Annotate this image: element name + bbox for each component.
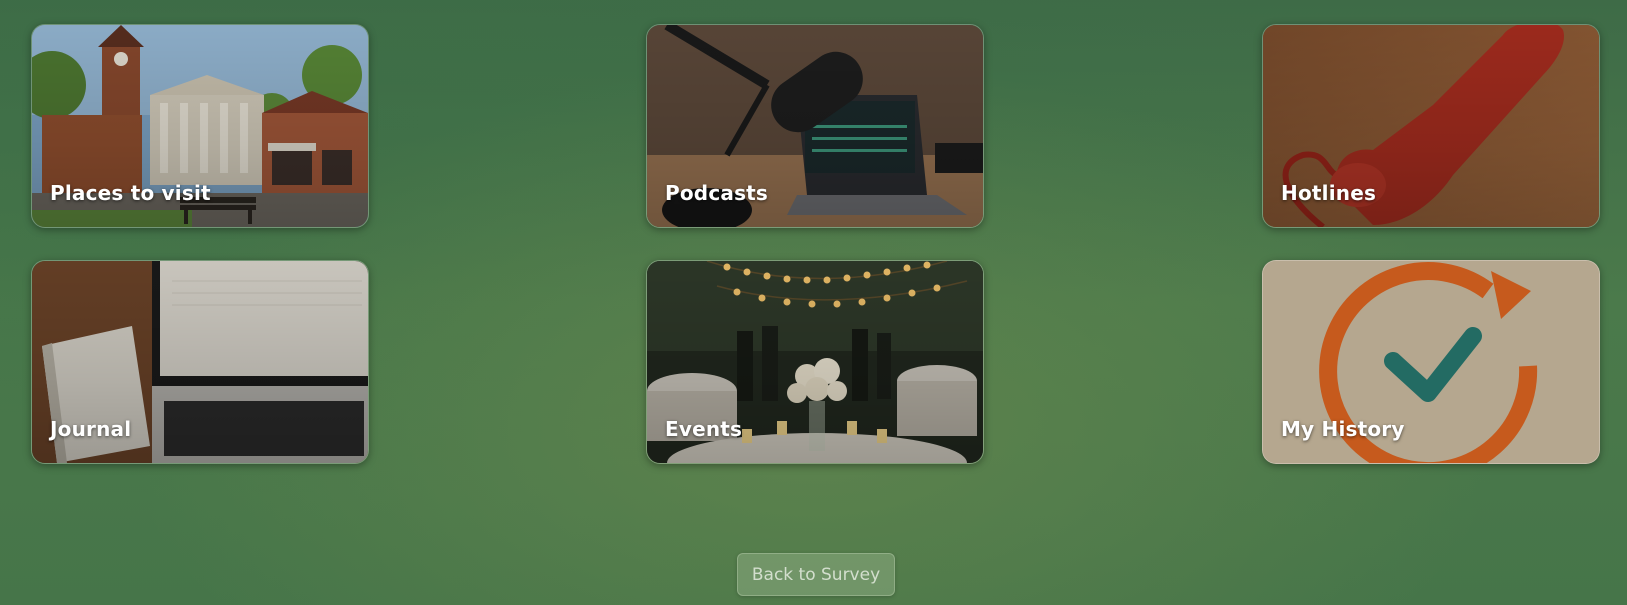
back-to-survey-button[interactable]: Back to Survey xyxy=(737,553,895,596)
tile-label: Events xyxy=(665,417,743,441)
tile-my-history[interactable]: My History xyxy=(1262,260,1600,464)
tile-label: Journal xyxy=(50,417,132,441)
tile-label: Hotlines xyxy=(1281,181,1377,205)
tile-events[interactable]: Events xyxy=(646,260,984,464)
tile-podcasts[interactable]: Podcasts xyxy=(646,24,984,228)
tile-label: Places to visit xyxy=(50,181,211,205)
tile-journal[interactable]: Journal xyxy=(31,260,369,464)
tile-places-to-visit[interactable]: Places to visit xyxy=(31,24,369,228)
tile-label: Podcasts xyxy=(665,181,769,205)
tile-hotlines[interactable]: Hotlines xyxy=(1262,24,1600,228)
tile-label: My History xyxy=(1281,417,1405,441)
